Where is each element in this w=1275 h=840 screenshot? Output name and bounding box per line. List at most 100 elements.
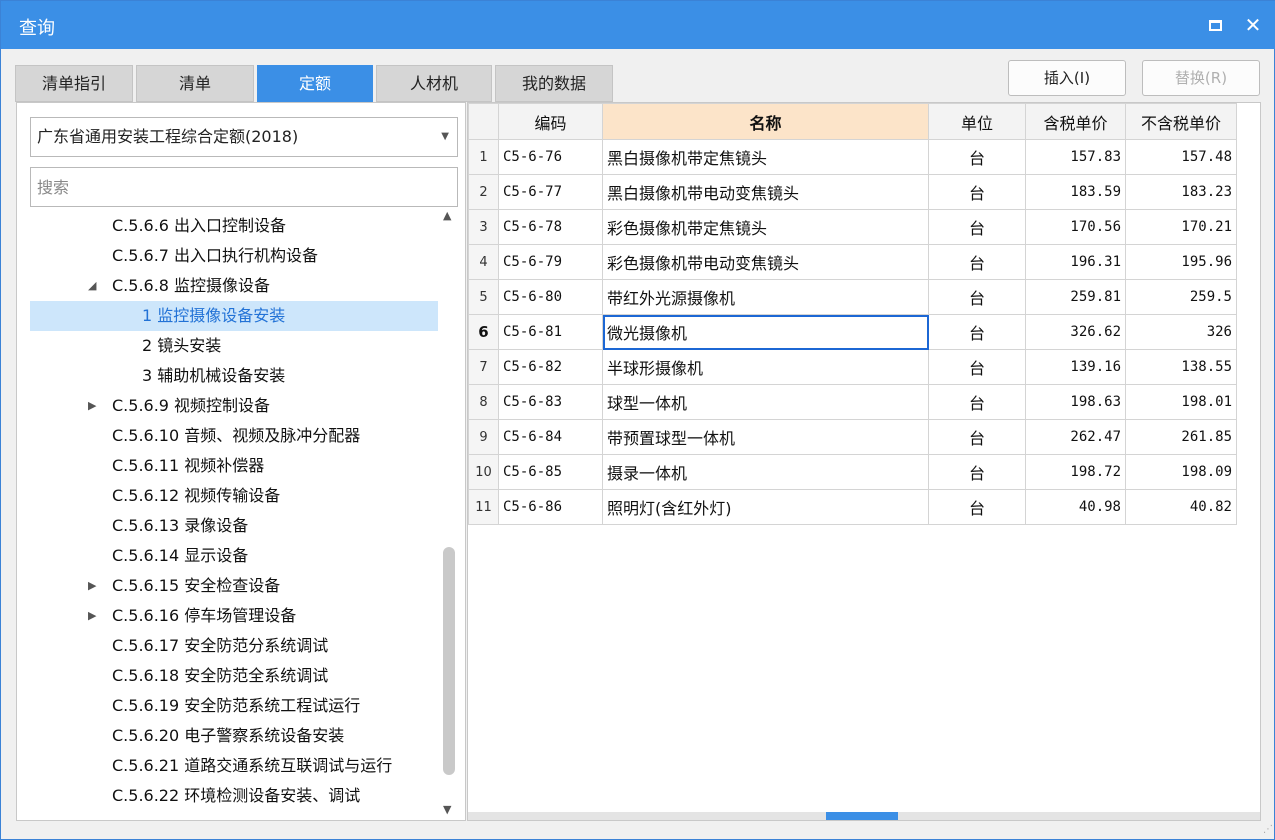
row-number-cell[interactable]: 6 — [468, 314, 499, 350]
price-with-tax-cell[interactable]: 139.16 — [1025, 349, 1126, 385]
grid-scrollbar[interactable] — [468, 812, 1260, 820]
code-cell[interactable]: C5-6-85 — [498, 454, 603, 490]
price-without-tax-cell[interactable]: 40.82 — [1125, 489, 1237, 525]
unit-cell[interactable]: 台 — [928, 384, 1026, 420]
price-with-tax-cell[interactable]: 198.63 — [1025, 384, 1126, 420]
scroll-down-icon[interactable]: ▼ — [443, 803, 451, 816]
tree-item[interactable]: C.5.6.18 安全防范全系统调试 — [30, 661, 438, 691]
code-cell[interactable]: C5-6-77 — [498, 174, 603, 210]
row-number-cell[interactable]: 5 — [468, 279, 499, 315]
price-without-tax-cell[interactable]: 198.09 — [1125, 454, 1237, 490]
name-cell[interactable]: 彩色摄像机带电动变焦镜头 — [602, 244, 929, 280]
price-without-tax-cell[interactable]: 195.96 — [1125, 244, 1237, 280]
table-row[interactable]: 3 C5-6-78 彩色摄像机带定焦镜头台 170.56 170.21 — [468, 209, 1237, 245]
tree-item[interactable]: C.5.6.6 出入口控制设备 — [30, 211, 438, 241]
name-cell[interactable]: 摄录一体机 — [602, 454, 929, 490]
price-without-tax-header[interactable]: 不含税单价 — [1125, 103, 1237, 140]
tree-item[interactable]: C.5.6.10 音频、视频及脉冲分配器 — [30, 421, 438, 451]
unit-cell[interactable]: 台 — [928, 489, 1026, 525]
table-row[interactable]: 2 C5-6-77 黑白摄像机带电动变焦镜头台 183.59 183.23 — [468, 174, 1237, 210]
code-cell[interactable]: C5-6-80 — [498, 279, 603, 315]
row-number-cell[interactable]: 3 — [468, 209, 499, 245]
unit-cell[interactable]: 台 — [928, 139, 1026, 175]
table-row[interactable]: 5 C5-6-80 带红外光源摄像机台 259.81 259.5 — [468, 279, 1237, 315]
code-cell[interactable]: C5-6-79 — [498, 244, 603, 280]
row-number-cell[interactable]: 11 — [468, 489, 499, 525]
tree-item[interactable]: C.5.6.20 电子警察系统设备安装 — [30, 721, 438, 751]
code-cell[interactable]: C5-6-83 — [498, 384, 603, 420]
price-with-tax-cell[interactable]: 170.56 — [1025, 209, 1126, 245]
panel-resize-handle[interactable] — [826, 812, 898, 820]
tab-bill-guide[interactable]: 清单指引 — [15, 65, 133, 102]
name-cell[interactable]: 微光摄像机 — [602, 314, 929, 350]
unit-cell[interactable]: 台 — [928, 454, 1026, 490]
tree-item[interactable]: ◢ C.5.6.8 监控摄像设备 — [30, 271, 438, 301]
name-header[interactable]: 名称 — [602, 103, 929, 140]
code-cell[interactable]: C5-6-84 — [498, 419, 603, 455]
scrollbar-thumb[interactable] — [443, 547, 455, 775]
table-row[interactable]: 9 C5-6-84 带预置球型一体机台 262.47 261.85 — [468, 419, 1237, 455]
price-without-tax-cell[interactable]: 157.48 — [1125, 139, 1237, 175]
price-without-tax-cell[interactable]: 138.55 — [1125, 349, 1237, 385]
price-without-tax-cell[interactable]: 183.23 — [1125, 174, 1237, 210]
tab-my-data[interactable]: 我的数据 — [495, 65, 613, 102]
name-cell[interactable]: 黑白摄像机带电动变焦镜头 — [602, 174, 929, 210]
table-row[interactable]: 1 C5-6-76 黑白摄像机带定焦镜头台 157.83 157.48 — [468, 139, 1237, 175]
tree-item[interactable]: ▶ C.5.6.16 停车场管理设备 — [30, 601, 438, 631]
tree-collapsed-icon[interactable]: ▶ — [88, 601, 96, 631]
tab-quota[interactable]: 定额 — [257, 65, 373, 102]
table-row[interactable]: 4 C5-6-79 彩色摄像机带电动变焦镜头台 196.31 195.96 — [468, 244, 1237, 280]
close-icon[interactable]: ✕ — [1239, 11, 1267, 39]
tree-item[interactable]: C.5.6.19 安全防范系统工程试运行 — [30, 691, 438, 721]
table-row[interactable]: 10 C5-6-85 摄录一体机台 198.72 198.09 — [468, 454, 1237, 490]
row-number-cell[interactable]: 10 — [468, 454, 499, 490]
unit-cell[interactable]: 台 — [928, 209, 1026, 245]
unit-header[interactable]: 单位 — [928, 103, 1026, 140]
unit-cell[interactable]: 台 — [928, 314, 1026, 350]
tree-item[interactable]: C.5.6.7 出入口执行机构设备 — [30, 241, 438, 271]
name-cell[interactable]: 照明灯(含红外灯) — [602, 489, 929, 525]
tree-item[interactable]: ▶ C.5.6.15 安全检查设备 — [30, 571, 438, 601]
row-number-cell[interactable]: 4 — [468, 244, 499, 280]
table-row[interactable]: 8 C5-6-83 球型一体机台 198.63 198.01 — [468, 384, 1237, 420]
name-cell[interactable]: 黑白摄像机带定焦镜头 — [602, 139, 929, 175]
tree-item[interactable]: C.5.6.11 视频补偿器 — [30, 451, 438, 481]
unit-cell[interactable]: 台 — [928, 244, 1026, 280]
code-cell[interactable]: C5-6-78 — [498, 209, 603, 245]
price-without-tax-cell[interactable]: 259.5 — [1125, 279, 1237, 315]
tree-item[interactable]: C.5.6.14 显示设备 — [30, 541, 438, 571]
unit-cell[interactable]: 台 — [928, 279, 1026, 315]
tree-item[interactable]: 1 监控摄像设备安装 — [30, 301, 438, 331]
price-with-tax-cell[interactable]: 157.83 — [1025, 139, 1126, 175]
table-row[interactable]: 6 C5-6-81 微光摄像机台 326.62 326 — [468, 314, 1237, 350]
tree-item[interactable]: C.5.6.17 安全防范分系统调试 — [30, 631, 438, 661]
price-with-tax-cell[interactable]: 198.72 — [1025, 454, 1126, 490]
scroll-up-icon[interactable]: ▲ — [443, 209, 451, 222]
row-number-cell[interactable]: 1 — [468, 139, 499, 175]
price-with-tax-cell[interactable]: 196.31 — [1025, 244, 1126, 280]
tree-collapsed-icon[interactable]: ▶ — [88, 571, 96, 601]
row-number-cell[interactable]: 8 — [468, 384, 499, 420]
price-with-tax-cell[interactable]: 262.47 — [1025, 419, 1126, 455]
price-with-tax-cell[interactable]: 259.81 — [1025, 279, 1126, 315]
tab-bill[interactable]: 清单 — [136, 65, 254, 102]
tree-item[interactable]: C.5.6.12 视频传输设备 — [30, 481, 438, 511]
insert-button[interactable]: 插入(I) — [1008, 60, 1126, 96]
replace-button[interactable]: 替换(R) — [1142, 60, 1260, 96]
code-header[interactable]: 编码 — [498, 103, 603, 140]
unit-cell[interactable]: 台 — [928, 174, 1026, 210]
tree-expanded-icon[interactable]: ◢ — [88, 271, 96, 301]
tree-item[interactable]: C.5.6.22 环境检测设备安装、调试 — [30, 781, 438, 811]
tree-item[interactable]: 2 镜头安装 — [30, 331, 438, 361]
tree-scrollbar[interactable]: ▲ ▼ — [440, 209, 458, 817]
search-input[interactable] — [30, 167, 458, 207]
name-cell[interactable]: 彩色摄像机带定焦镜头 — [602, 209, 929, 245]
name-cell[interactable]: 带预置球型一体机 — [602, 419, 929, 455]
name-cell[interactable]: 带红外光源摄像机 — [602, 279, 929, 315]
price-with-tax-cell[interactable]: 183.59 — [1025, 174, 1126, 210]
tree-collapsed-icon[interactable]: ▶ — [88, 391, 96, 421]
row-number-cell[interactable]: 9 — [468, 419, 499, 455]
maximize-icon[interactable] — [1201, 11, 1229, 39]
price-with-tax-cell[interactable]: 326.62 — [1025, 314, 1126, 350]
table-row[interactable]: 7 C5-6-82 半球形摄像机台 139.16 138.55 — [468, 349, 1237, 385]
